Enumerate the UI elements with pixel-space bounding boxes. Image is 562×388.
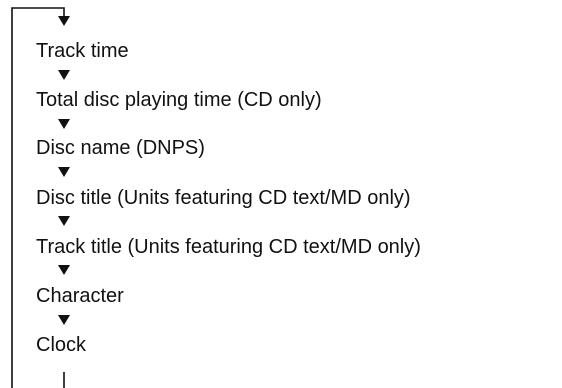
down-arrow-icon xyxy=(58,216,70,226)
step-disc-title: Disc title (Units featuring CD text/MD o… xyxy=(36,187,411,209)
step-clock: Clock xyxy=(36,334,87,356)
down-arrow-icon xyxy=(58,16,70,26)
down-arrow-icon xyxy=(58,119,70,129)
down-arrow-icon xyxy=(58,315,70,325)
step-disc-name: Disc name (DNPS) xyxy=(36,137,205,159)
step-character: Character xyxy=(36,285,124,307)
down-arrow-icon xyxy=(58,70,70,80)
step-total-disc-time: Total disc playing time (CD only) xyxy=(36,89,322,111)
down-arrow-icon xyxy=(58,167,70,177)
step-track-time: Track time xyxy=(36,40,129,62)
down-arrow-icon xyxy=(58,265,70,275)
step-track-title: Track title (Units featuring CD text/MD … xyxy=(36,236,421,258)
